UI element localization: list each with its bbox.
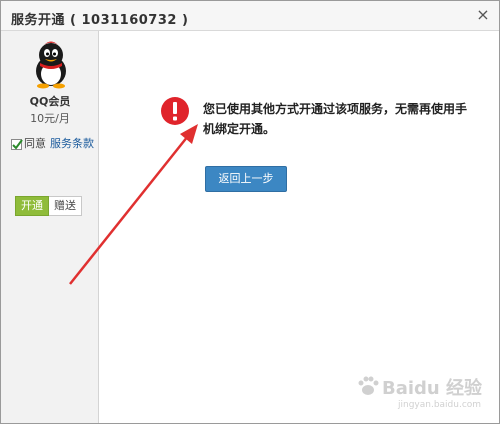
checkmark-icon (12, 138, 23, 150)
sidebar: QQ会员 10元/月 同意 服务条款 开通 赠送 (1, 31, 99, 423)
product-price: 10元/月 (30, 112, 70, 125)
qq-penguin-icon (36, 41, 66, 89)
service-dialog: 服务开通 ( 1031160732 ) × QQ会员 10元/月 同意服务条款 (0, 0, 500, 424)
tab-gift[interactable]: 赠送 (49, 196, 82, 216)
alert-message: 您已使用其他方式开通过该项服务，无需再使用手机绑定开通。 (203, 102, 468, 136)
dialog-title: 服务开通 ( 1031160732 ) (11, 13, 189, 28)
exclamation-icon (161, 97, 189, 125)
main-content: 您已使用其他方式开通过该项服务，无需再使用手机绑定开通。 返回上一步 (100, 32, 499, 423)
dialog-titlebar: 服务开通 ( 1031160732 ) × (1, 1, 499, 31)
agree-checkbox[interactable] (11, 138, 23, 150)
terms-link[interactable]: 服务条款 (50, 137, 94, 150)
agree-row: 同意 服务条款 (11, 137, 94, 151)
action-tabs: 开通 赠送 (15, 196, 82, 216)
agree-label: 同意 (24, 137, 46, 150)
back-button[interactable]: 返回上一步 (205, 166, 287, 192)
close-icon[interactable]: × (475, 6, 491, 24)
product-name: QQ会员 (29, 95, 71, 108)
tab-open[interactable]: 开通 (15, 196, 49, 216)
